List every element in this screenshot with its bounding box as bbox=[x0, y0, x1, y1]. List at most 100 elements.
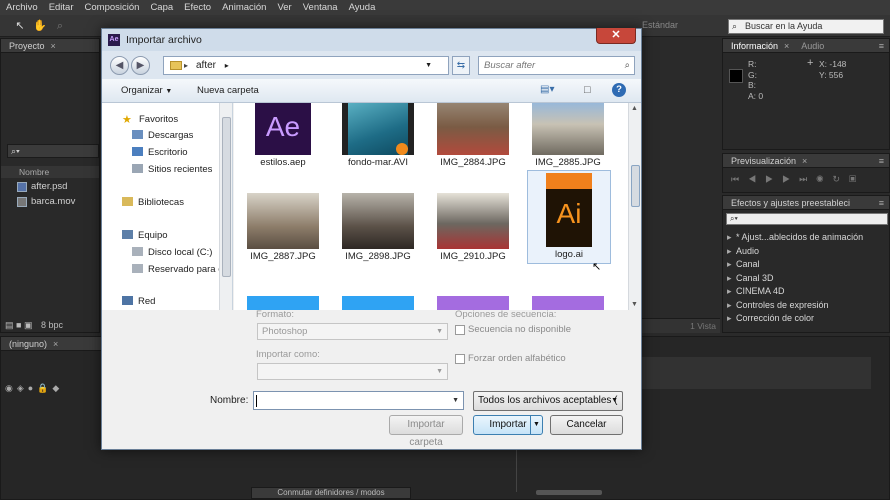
file-item[interactable]: IMG_2885.JPG bbox=[523, 103, 613, 168]
list-item[interactable]: Controles de expresión bbox=[723, 299, 889, 313]
chevron-down-icon[interactable]: ▼ bbox=[452, 392, 459, 409]
nav-downloads[interactable]: Descargas bbox=[132, 129, 193, 143]
sequence-checkbox[interactable] bbox=[455, 325, 465, 335]
selection-tool-icon[interactable]: ↖ bbox=[12, 18, 28, 34]
menu-ver[interactable]: Ver bbox=[277, 2, 291, 13]
zoom-slider[interactable] bbox=[536, 490, 602, 495]
chevron-up-icon[interactable]: ▲ bbox=[631, 105, 638, 112]
workspace-value[interactable]: Estándar bbox=[642, 20, 678, 30]
close-icon[interactable]: × bbox=[51, 41, 56, 51]
file-item[interactable]: IMG_2898.JPG bbox=[333, 193, 423, 262]
effects-tab[interactable]: Efectos y ajustes preestableci ≡ bbox=[723, 196, 889, 210]
menu-ventana[interactable]: Ventana bbox=[303, 2, 338, 13]
audio-tab-label[interactable]: Audio bbox=[801, 41, 824, 51]
refresh-button[interactable]: ⇆ bbox=[452, 56, 470, 75]
nav-computer[interactable]: Equipo bbox=[122, 229, 168, 243]
chevron-down-icon[interactable]: ▼ bbox=[631, 301, 638, 308]
nav-libraries[interactable]: Bibliotecas bbox=[122, 196, 184, 210]
list-item[interactable]: Corrección de color bbox=[723, 312, 889, 326]
file-item[interactable]: IMG_2887.JPG bbox=[238, 193, 328, 262]
new-folder-button[interactable]: Nueva carpeta bbox=[197, 85, 259, 96]
import-button[interactable]: Importar ▼ bbox=[473, 415, 543, 435]
chevron-down-icon[interactable]: ▼ bbox=[425, 57, 432, 74]
project-tab[interactable]: Proyecto × bbox=[1, 39, 99, 53]
project-search-input[interactable]: ⌕▾ bbox=[7, 144, 99, 158]
file-item[interactable]: IMG_2884.JPG bbox=[428, 103, 518, 168]
alphabetical-checkbox[interactable] bbox=[455, 354, 465, 364]
toggle-switches-modes-button[interactable]: Conmutar definidores / modos bbox=[251, 487, 411, 499]
file-item[interactable]: PSD bbox=[238, 296, 328, 310]
nav-desktop[interactable]: Escritorio bbox=[132, 146, 188, 160]
help-icon[interactable]: ? bbox=[612, 83, 626, 97]
nav-favorites[interactable]: ★ Favoritos bbox=[122, 113, 178, 127]
close-icon[interactable]: × bbox=[784, 41, 789, 51]
file-item[interactable]: IMG_2910.JPG bbox=[428, 193, 518, 262]
layer-switches-icons[interactable]: ◉◈●🔒◆ bbox=[5, 383, 63, 394]
nav-label: Bibliotecas bbox=[138, 197, 184, 208]
format-value: Photoshop bbox=[262, 326, 308, 337]
list-item[interactable]: Canal bbox=[723, 258, 889, 272]
panel-menu-icon[interactable]: ≡ bbox=[879, 154, 884, 168]
organize-button[interactable]: Organizar ▼ bbox=[121, 85, 172, 96]
file-item[interactable]: AEP bbox=[428, 296, 518, 310]
list-item[interactable]: CINEMA 4D bbox=[723, 285, 889, 299]
address-bar[interactable]: ▸ after ▸ ▼ bbox=[163, 56, 449, 75]
nav-drive-c[interactable]: Disco local (C:) bbox=[132, 246, 212, 260]
scroll-thumb[interactable] bbox=[631, 165, 640, 207]
scroll-thumb[interactable] bbox=[222, 117, 231, 277]
panel-menu-icon[interactable]: ≡ bbox=[879, 39, 884, 53]
sequence-check-label: Secuencia no disponible bbox=[468, 324, 571, 335]
panel-menu-icon[interactable]: ≡ bbox=[879, 196, 884, 210]
bpc-label[interactable]: 8 bpc bbox=[41, 320, 63, 330]
close-icon[interactable]: × bbox=[802, 156, 807, 166]
playback-controls[interactable]: ⏮◀▶▶⏭◉↻▣ bbox=[731, 174, 865, 185]
file-item-selected[interactable]: Ai Ai logo.ai bbox=[527, 170, 611, 264]
hand-tool-icon[interactable]: ✋ bbox=[32, 18, 48, 34]
close-button[interactable]: ✕ bbox=[596, 28, 636, 44]
interpret-footage-icon[interactable]: ▤ ■ ▣ bbox=[5, 320, 32, 330]
breadcrumb-arrow-icon[interactable]: ▸ bbox=[225, 61, 229, 70]
chevron-down-icon[interactable]: ▼ bbox=[530, 416, 542, 434]
downloads-icon bbox=[132, 130, 143, 139]
file-item[interactable]: fondo-mar.AVI bbox=[333, 103, 423, 168]
import-folder-button[interactable]: Importar carpeta bbox=[389, 415, 463, 448]
project-panel: Proyecto × ⌕▾ Nombre after.psd barca.mov … bbox=[0, 38, 100, 333]
nav-network[interactable]: Red bbox=[122, 295, 155, 309]
list-item[interactable]: barca.mov bbox=[1, 194, 99, 209]
nav-scrollbar[interactable] bbox=[219, 103, 232, 310]
file-item[interactable]: AEP bbox=[523, 296, 613, 310]
menu-editar[interactable]: Editar bbox=[49, 2, 74, 13]
forward-button[interactable]: ▶ bbox=[131, 56, 150, 75]
menu-capa[interactable]: Capa bbox=[150, 2, 173, 13]
file-name-input[interactable]: ▼ bbox=[253, 391, 464, 410]
zoom-tool-icon[interactable]: ⌕ bbox=[52, 18, 68, 34]
view-options-icon[interactable]: ▤▾ bbox=[540, 84, 554, 95]
back-button[interactable]: ◀ bbox=[110, 56, 129, 75]
file-item[interactable]: PSD bbox=[333, 296, 423, 310]
file-scrollbar[interactable]: ▲ ▼ bbox=[628, 103, 641, 310]
file-type-select[interactable]: Todos los archivos aceptables ( ▼ bbox=[473, 391, 623, 411]
menu-ayuda[interactable]: Ayuda bbox=[349, 2, 376, 13]
help-search-input[interactable]: ⌕ Buscar en la Ayuda bbox=[728, 19, 884, 34]
preview-tab[interactable]: Previsualización × ≡ bbox=[723, 154, 889, 168]
menu-efecto[interactable]: Efecto bbox=[184, 2, 211, 13]
list-item[interactable]: Canal 3D bbox=[723, 272, 889, 286]
nav-recent[interactable]: Sitios recientes bbox=[132, 163, 212, 177]
list-item[interactable]: after.psd bbox=[1, 179, 99, 194]
project-name-header[interactable]: Nombre bbox=[1, 166, 99, 178]
menu-animacion[interactable]: Animación bbox=[222, 2, 266, 13]
info-tab[interactable]: Información × Audio ≡ bbox=[723, 39, 889, 53]
close-icon[interactable]: × bbox=[53, 339, 58, 349]
nav-reserved[interactable]: Reservado para e bbox=[132, 263, 224, 277]
comp-view-footer[interactable]: 1 Vista bbox=[642, 318, 720, 333]
menu-composicion[interactable]: Composición bbox=[85, 2, 140, 13]
effects-search-input[interactable]: ⌕▾ bbox=[726, 213, 888, 225]
cancel-button[interactable]: Cancelar bbox=[550, 415, 623, 435]
menu-archivo[interactable]: Archivo bbox=[6, 2, 38, 13]
list-item[interactable]: Audio bbox=[723, 245, 889, 259]
list-item[interactable]: * Ajust...ablecidos de animación bbox=[723, 231, 889, 245]
breadcrumb-path[interactable]: after bbox=[196, 60, 216, 71]
file-item[interactable]: Ae estilos.aep bbox=[238, 103, 328, 168]
search-input[interactable]: Buscar after ⌕ bbox=[478, 56, 635, 75]
preview-pane-icon[interactable]: □ bbox=[584, 84, 591, 96]
